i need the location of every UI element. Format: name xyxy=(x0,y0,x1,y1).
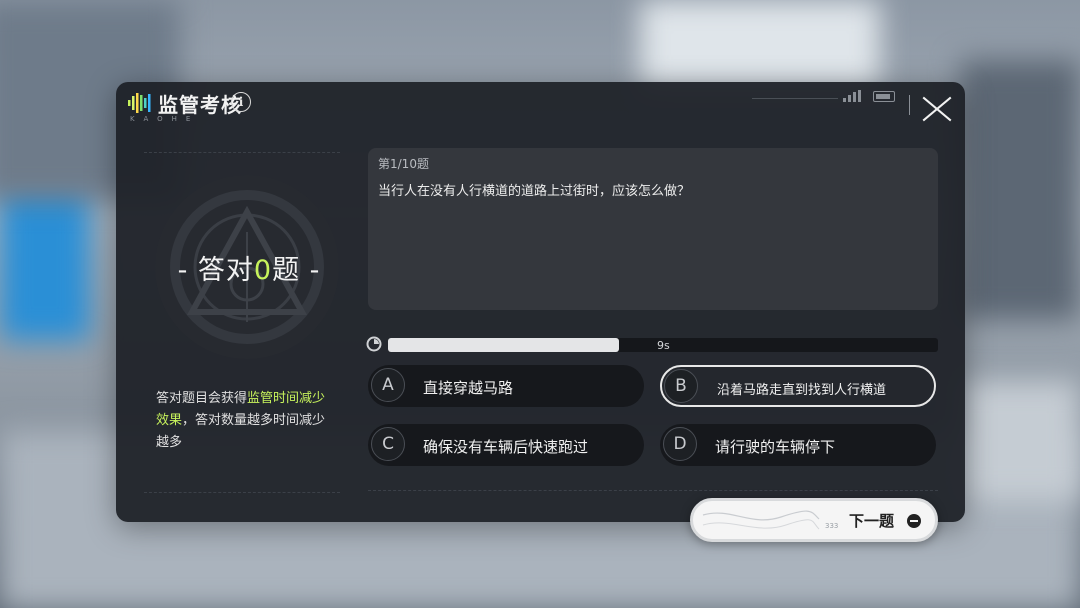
desc-text-1: 答对题目会获得 xyxy=(156,391,248,406)
info-icon[interactable]: i xyxy=(231,92,251,112)
option-d-button[interactable]: D 请行驶的车辆停下 xyxy=(660,424,936,466)
quiz-panel: 监管考核 KAOHE i - 答对0题 - 答对题目会获得监管时间减少效果，答对… xyxy=(116,82,965,522)
option-letter: A xyxy=(371,368,405,402)
score-prefix: - 答对 xyxy=(177,255,254,286)
option-text: 请行驶的车辆停下 xyxy=(715,438,836,456)
option-c-button[interactable]: C 确保没有车辆后快速跑过 xyxy=(368,424,644,466)
page-subtitle: KAOHE xyxy=(130,115,200,123)
option-a-button[interactable]: A 直接穿越马路 xyxy=(368,365,644,407)
timer-seconds: 9s xyxy=(657,339,670,352)
options-divider xyxy=(368,490,938,491)
option-text: 沿着马路走直到找到人行横道 xyxy=(717,383,887,398)
option-letter: C xyxy=(371,427,405,461)
next-button-label: 下一题 xyxy=(849,512,895,530)
arrow-circle-icon xyxy=(907,514,921,528)
score-suffix: 题 - xyxy=(272,255,321,286)
timer-icon xyxy=(366,336,382,352)
title-bar: 监管考核 KAOHE i xyxy=(116,82,965,126)
option-letter: B xyxy=(664,369,698,403)
correct-count: - 答对0题 - xyxy=(142,248,356,287)
header-separator xyxy=(909,95,910,115)
option-b-button[interactable]: B 沿着马路走直到找到人行横道 xyxy=(660,365,936,407)
timer-fill xyxy=(388,338,619,352)
desc-highlight-2: 效果 xyxy=(156,413,183,428)
option-text: 确保没有车辆后快速跑过 xyxy=(423,438,589,456)
battery-icon xyxy=(873,91,895,102)
close-button[interactable] xyxy=(922,94,952,124)
option-letter: D xyxy=(663,427,697,461)
option-text: 直接穿越马路 xyxy=(423,379,514,397)
soundwave-logo-icon xyxy=(128,93,151,113)
header-divider xyxy=(752,98,838,99)
desc-text-2: ，答对数量越多时间减少越多 xyxy=(156,413,326,450)
desc-highlight-1: 监管时间减少 xyxy=(247,391,326,406)
next-question-button[interactable]: 333 下一题 xyxy=(690,498,938,542)
signal-icon xyxy=(843,90,861,102)
decorative-wave-icon xyxy=(702,510,820,530)
question-counter: 第1/10题 xyxy=(378,157,429,171)
question-box: 第1/10题 当行人在没有人行横道的道路上过街时，应该怎么做？ xyxy=(368,148,938,310)
question-text: 当行人在没有人行横道的道路上过街时，应该怎么做？ xyxy=(378,184,691,199)
page-title: 监管考核 xyxy=(158,93,242,117)
score-value: 0 xyxy=(253,255,273,286)
reward-description: 答对题目会获得监管时间减少效果，答对数量越多时间减少越多 xyxy=(156,388,336,454)
next-button-code: 333 xyxy=(825,522,839,530)
